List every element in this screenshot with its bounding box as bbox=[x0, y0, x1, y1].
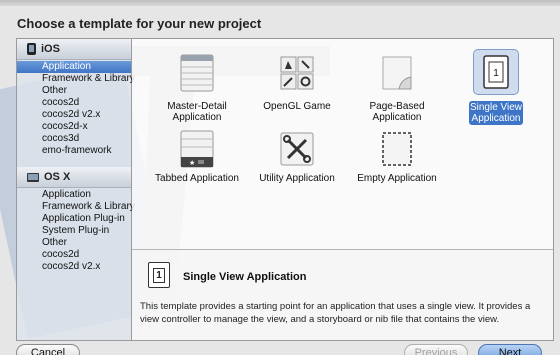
template-chooser: iOS Application Framework & Library Othe… bbox=[16, 38, 554, 341]
template-tabbed[interactable]: ★ Tabbed Application bbox=[147, 129, 247, 189]
template-grid: Master-Detail Application OpenGL Game Pa… bbox=[132, 39, 553, 249]
description-title: Single View Application bbox=[183, 271, 307, 283]
sidebar-item-ios-cocos2d[interactable]: cocos2d bbox=[17, 97, 131, 109]
svg-text:1: 1 bbox=[493, 68, 499, 79]
opengl-game-icon bbox=[280, 56, 314, 90]
section-title-ios: iOS bbox=[41, 43, 60, 55]
sidebar-item-osx-application-plugin[interactable]: Application Plug-in bbox=[17, 213, 131, 225]
template-description-panel: 1 Single View Application This template … bbox=[132, 249, 553, 340]
empty-app-icon bbox=[382, 132, 412, 166]
svg-text:★: ★ bbox=[189, 159, 195, 167]
section-header-ios: iOS bbox=[17, 39, 131, 60]
sidebar-item-osx-cocos2d-v2[interactable]: cocos2d v2.x bbox=[17, 261, 131, 273]
sidebar-item-ios-cocos3d[interactable]: cocos3d bbox=[17, 133, 131, 145]
template-label-master-detail: Master-Detail Application bbox=[167, 101, 227, 123]
template-empty[interactable]: Empty Application bbox=[347, 129, 447, 189]
template-label-single-view: Single View Application bbox=[469, 101, 523, 125]
template-label-opengl-game: OpenGL Game bbox=[263, 101, 331, 112]
description-text: This template provides a starting point … bbox=[140, 301, 531, 325]
mac-icon bbox=[27, 172, 39, 182]
template-content-pane: Master-Detail Application OpenGL Game Pa… bbox=[132, 39, 553, 340]
sidebar-item-ios-emo-framework[interactable]: emo-framework bbox=[17, 145, 131, 157]
tabbed-icon: ★ bbox=[180, 130, 214, 168]
template-opengl-game[interactable]: OpenGL Game bbox=[247, 53, 347, 123]
template-page-based[interactable]: Page-Based Application bbox=[347, 53, 447, 123]
template-label-empty: Empty Application bbox=[357, 173, 437, 184]
dialog-title: Choose a template for your new project bbox=[17, 16, 262, 31]
page-based-icon bbox=[382, 56, 412, 90]
template-label-tabbed: Tabbed Application bbox=[155, 173, 239, 184]
sidebar-item-osx-other[interactable]: Other bbox=[17, 237, 131, 249]
utility-icon bbox=[280, 132, 314, 166]
template-label-page-based: Page-Based Application bbox=[369, 101, 425, 123]
iphone-icon bbox=[27, 43, 36, 55]
previous-button[interactable]: Previous bbox=[404, 344, 468, 355]
new-project-sheet: Choose a template for your new project i… bbox=[0, 6, 560, 355]
description-icon-number: 1 bbox=[153, 267, 165, 283]
sidebar-item-ios-cocos2d-v2[interactable]: cocos2d v2.x bbox=[17, 109, 131, 121]
sidebar-item-ios-application[interactable]: Application bbox=[17, 61, 131, 73]
sidebar-item-osx-application[interactable]: Application bbox=[17, 189, 131, 201]
master-detail-icon bbox=[180, 54, 214, 92]
template-label-utility: Utility Application bbox=[259, 173, 335, 184]
sidebar-item-osx-framework-library[interactable]: Framework & Library bbox=[17, 201, 135, 213]
template-master-detail[interactable]: Master-Detail Application bbox=[147, 53, 247, 123]
section-title-osx: OS X bbox=[44, 171, 71, 183]
description-single-view-icon: 1 bbox=[148, 262, 170, 288]
sidebar-item-ios-other[interactable]: Other bbox=[17, 85, 131, 97]
next-button[interactable]: Next bbox=[478, 344, 542, 355]
section-header-osx: OS X bbox=[17, 167, 131, 188]
template-category-sidebar: iOS Application Framework & Library Othe… bbox=[17, 39, 135, 340]
sidebar-item-ios-cocos2d-x[interactable]: cocos2d-x bbox=[17, 121, 131, 133]
template-single-view[interactable]: 1 Single View Application bbox=[446, 49, 546, 125]
sidebar-item-ios-framework-library[interactable]: Framework & Library bbox=[17, 73, 135, 85]
template-utility[interactable]: Utility Application bbox=[247, 129, 347, 189]
single-view-icon: 1 bbox=[483, 55, 509, 89]
cancel-button[interactable]: Cancel bbox=[16, 344, 80, 355]
sidebar-item-osx-cocos2d[interactable]: cocos2d bbox=[17, 249, 131, 261]
sidebar-item-osx-system-plugin[interactable]: System Plug-in bbox=[17, 225, 131, 237]
